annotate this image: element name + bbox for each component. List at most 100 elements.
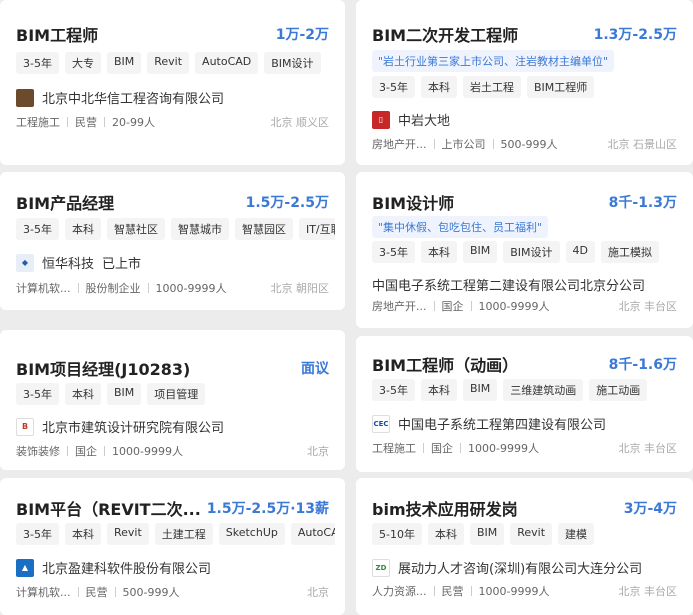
company-type: 股份制企业 (85, 282, 141, 295)
job-tag: 三维建筑动画 (503, 379, 584, 401)
job-tag: 本科 (64, 218, 101, 240)
company-badge: 已上市 (102, 257, 142, 272)
job-title: BIM项目经理(J10283) (16, 360, 191, 379)
job-tag: BIM (462, 241, 498, 263)
job-tag: IT/互联网 (298, 218, 335, 240)
job-salary: 1.5万-2.5万·13薪 (206, 501, 329, 517)
job-tag: 岩土工程 (462, 76, 521, 98)
company-name[interactable]: 中国电子系统工程第四建设有限公司 (398, 414, 606, 433)
job-salary: 1.5万-2.5万 (245, 195, 329, 211)
job-salary: 1万-2万 (275, 27, 329, 43)
job-tag: 智慧社区 (106, 218, 165, 240)
job-tag: 本科 (64, 523, 101, 545)
company-industry: 装饰装修 (16, 445, 60, 458)
job-title: BIM平台（REVIT二次... (16, 500, 201, 519)
company-logo-icon (16, 88, 34, 107)
company-name[interactable]: 北京盈建科软件股份有限公司 (42, 558, 211, 577)
company-industry: 房地产开... (372, 300, 427, 313)
job-tag: 本科 (420, 379, 457, 401)
company-logo-icon: ▲ (16, 558, 34, 577)
job-tag: 3-5年 (372, 76, 415, 98)
job-tag: 3-5年 (16, 218, 59, 240)
company-industry: 计算机软... (16, 282, 71, 295)
job-location: 北京 丰台区 (618, 442, 678, 455)
job-tag: BIM (462, 379, 498, 401)
job-card[interactable]: BIM平台（REVIT二次... 1.5万-2.5万·13薪 3-5年 本科 R… (0, 478, 345, 615)
job-card[interactable]: BIM项目经理(J10283) 面议 3-5年 本科 BIM 项目管理 B 北京… (0, 330, 345, 470)
company-size: 1000-9999人 (155, 282, 227, 295)
company-type: 民营 (85, 586, 108, 599)
job-location: 北京 石景山区 (607, 138, 678, 151)
job-tag: BIM (106, 383, 142, 405)
company-logo-icon: B (16, 417, 34, 436)
job-tag: 3-5年 (372, 241, 415, 263)
job-title: BIM工程师 (16, 26, 99, 45)
company-name[interactable]: 中国电子系统工程第二建设有限公司北京分公司 (372, 275, 645, 294)
job-tag: 施工动画 (589, 379, 648, 401)
company-type: 民营 (75, 116, 97, 129)
job-highlight: "岩土行业第三家上市公司、注岩教材主编单位" (372, 50, 615, 72)
job-title: BIM设计师 (372, 194, 455, 213)
company-size: 500-999人 (122, 586, 180, 599)
company-logo-icon: CEC (372, 414, 390, 433)
job-tag: AutoCAD (195, 52, 259, 74)
job-tag: Revit (106, 523, 149, 545)
job-location: 北京 丰台区 (618, 585, 678, 598)
job-tag: SketchUp (218, 523, 285, 545)
company-logo-icon: ◆ (16, 253, 34, 272)
company-industry: 房地产开... (372, 138, 427, 151)
job-title: BIM产品经理 (16, 194, 115, 213)
company-size: 1000-9999人 (478, 300, 550, 313)
job-card[interactable]: BIM产品经理 1.5万-2.5万 3-5年 本科 智慧社区 智慧城市 智慧园区… (0, 172, 345, 310)
job-location: 北京 顺义区 (270, 116, 330, 129)
job-salary: 3万-4万 (623, 501, 677, 517)
job-card[interactable]: BIM工程师（动画） 8千-1.6万 3-5年 本科 BIM 三维建筑动画 施工… (356, 336, 693, 472)
company-name[interactable]: 北京中北华信工程咨询有限公司 (42, 88, 224, 107)
job-tag: 4D (565, 241, 595, 263)
company-name[interactable]: 恒华科技 (42, 253, 94, 272)
job-tag: 本科 (427, 523, 464, 545)
job-tag: BIM设计 (503, 241, 560, 263)
company-type: 国企 (75, 445, 97, 458)
job-tag: Revit (147, 52, 190, 74)
company-size: 20-99人 (112, 116, 155, 129)
job-tag: 3-5年 (16, 383, 59, 405)
job-tag: 大专 (64, 52, 101, 74)
company-name[interactable]: 北京市建筑设计研究院有限公司 (42, 417, 224, 436)
job-location: 北京 (307, 586, 329, 599)
job-location: 北京 (307, 445, 329, 458)
job-salary: 面议 (301, 361, 329, 377)
job-card[interactable]: BIM工程师 1万-2万 3-5年 大专 BIM Revit AutoCAD B… (0, 0, 345, 165)
job-tag: AutoCAD (290, 523, 335, 545)
company-type: 国企 (431, 442, 453, 455)
company-size: 500-999人 (500, 138, 558, 151)
company-type: 国企 (441, 300, 464, 313)
company-name[interactable]: 展动力人才咨询(深圳)有限公司大连分公司 (398, 558, 642, 577)
job-card[interactable]: bim技术应用研发岗 3万-4万 5-10年 本科 BIM Revit 建模 Z… (356, 478, 693, 615)
job-tag: 3-5年 (16, 523, 59, 545)
job-tag: 智慧城市 (170, 218, 229, 240)
job-title: BIM工程师（动画） (372, 356, 519, 375)
job-highlight: "集中休假、包吃包住、员工福利" (372, 216, 549, 238)
job-tag: BIM (469, 523, 505, 545)
job-salary: 1.3万-2.5万 (593, 27, 677, 43)
job-tag: 施工模拟 (601, 241, 659, 263)
job-tag: BIM (106, 52, 142, 74)
job-card[interactable]: BIM二次开发工程师 1.3万-2.5万 "岩土行业第三家上市公司、注岩教材主编… (356, 0, 693, 165)
job-title: BIM二次开发工程师 (372, 26, 519, 45)
job-tag: 智慧园区 (234, 218, 293, 240)
company-type: 民营 (441, 585, 464, 598)
company-size: 1000-9999人 (112, 445, 183, 458)
company-industry: 工程施工 (372, 442, 416, 455)
company-industry: 工程施工 (16, 116, 60, 129)
job-salary: 8千-1.3万 (608, 195, 677, 211)
company-name[interactable]: 中岩大地 (398, 110, 450, 129)
job-title: bim技术应用研发岗 (372, 500, 518, 519)
job-tag: 5-10年 (372, 523, 422, 545)
job-tag: 3-5年 (372, 379, 415, 401)
company-logo-icon: ▯ (372, 110, 390, 129)
job-tag: 本科 (420, 241, 457, 263)
job-tag: 本科 (64, 383, 101, 405)
job-card[interactable]: BIM设计师 8千-1.3万 "集中休假、包吃包住、员工福利" 3-5年 本科 … (356, 172, 693, 328)
job-tag: 项目管理 (147, 383, 206, 405)
